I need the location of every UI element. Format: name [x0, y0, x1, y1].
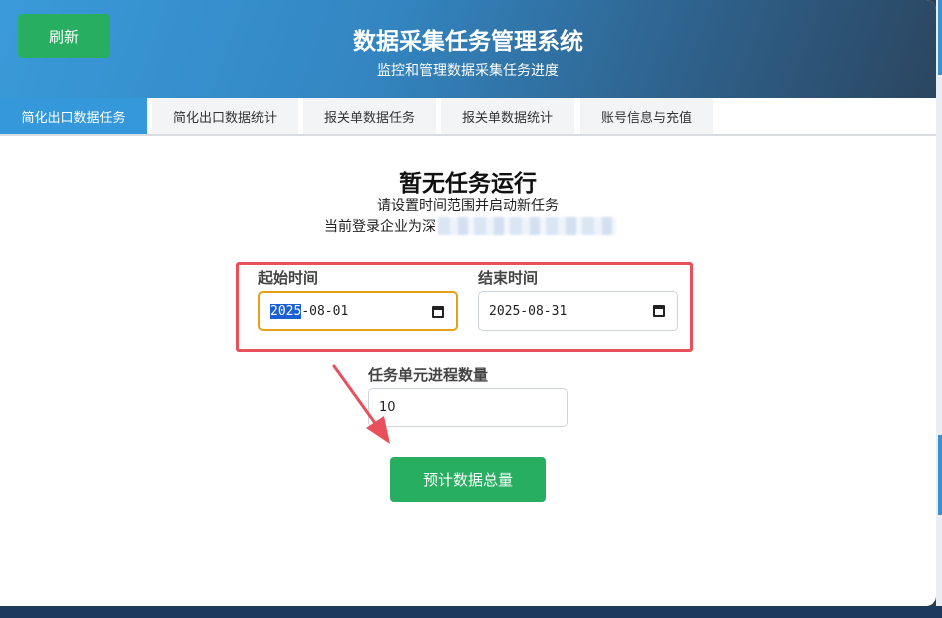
calendar-icon[interactable] [653, 305, 665, 317]
tab-simplified-export-tasks[interactable]: 简化出口数据任务 [0, 98, 147, 134]
start-time-label: 起始时间 [258, 269, 319, 287]
bottom-bar [0, 606, 942, 618]
calendar-icon[interactable] [432, 306, 444, 318]
end-time-label: 结束时间 [478, 269, 539, 287]
company-prefix: 当前登录企业为 [324, 219, 422, 235]
annotation-arrow-icon [332, 364, 390, 444]
tab-declaration-tasks[interactable]: 报关单数据任务 [303, 98, 436, 134]
end-date-value: 2025-08-31 [489, 303, 568, 319]
page-title: 数据采集任务管理系统 [353, 29, 583, 55]
end-date-input[interactable]: 2025-08-31 [478, 291, 678, 331]
right-strip [936, 0, 942, 618]
page-subtitle: 监控和管理数据采集任务进度 [377, 63, 559, 79]
start-date-year-selected: 2025 [270, 303, 302, 319]
empty-state-subtitle: 请设置时间范围并启动新任务 [377, 198, 559, 214]
estimate-total-button[interactable]: 预计数据总量 [390, 457, 546, 502]
company-name-first-char: 深 [422, 219, 436, 235]
scroll-accent-top [938, 0, 942, 75]
tab-simplified-export-stats[interactable]: 简化出口数据统计 [152, 98, 298, 134]
company-name-redacted [438, 217, 616, 235]
header: 刷新 数据采集任务管理系统 监控和管理数据采集任务进度 [0, 0, 936, 98]
scroll-accent-mid [938, 435, 942, 515]
tab-bar: 简化出口数据任务 简化出口数据统计 报关单数据任务 报关单数据统计 账号信息与充… [0, 98, 936, 136]
start-date-rest: -08-01 [301, 303, 349, 319]
empty-state-title: 暂无任务运行 [399, 171, 537, 197]
tab-account-recharge[interactable]: 账号信息与充值 [580, 98, 713, 134]
company-line: 当前登录企业为 深 [324, 216, 616, 236]
tab-declaration-stats[interactable]: 报关单数据统计 [441, 98, 574, 134]
app-window: 刷新 数据采集任务管理系统 监控和管理数据采集任务进度 简化出口数据任务 简化出… [0, 0, 936, 606]
start-date-input[interactable]: 2025 -08-01 [258, 291, 458, 331]
workers-input[interactable]: 10 [368, 388, 568, 427]
